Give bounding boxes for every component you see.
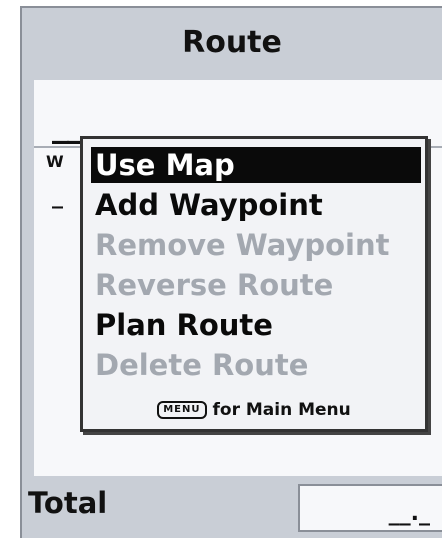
column-header-left: W [46,152,64,171]
menu-item-use-map[interactable]: Use Map [91,147,421,183]
menu-footer-text: for Main Menu [212,400,351,420]
menu-item-delete-route[interactable]: Delete Route [91,347,308,383]
waypoint-row-placeholder[interactable]: _ [52,184,63,209]
menu-item-remove-waypoint[interactable]: Remove Waypoint [91,227,389,263]
device-screen: Route _____________ W e ▶ _ Use Map Add … [20,6,442,538]
options-menu: Use Map Add Waypoint Remove Waypoint Rev… [80,136,428,432]
page-title: Route [182,24,282,60]
menu-item-plan-route[interactable]: Plan Route [91,307,273,343]
menu-item-add-waypoint[interactable]: Add Waypoint [91,187,323,223]
total-label: Total [28,486,108,520]
menu-item-reverse-route[interactable]: Reverse Route [91,267,333,303]
menu-footer-hint: MENU for Main Menu [83,395,425,425]
menu-key-icon: MENU [157,401,207,419]
total-value-box[interactable]: __._ [298,484,442,532]
total-value: __._ [388,501,430,526]
